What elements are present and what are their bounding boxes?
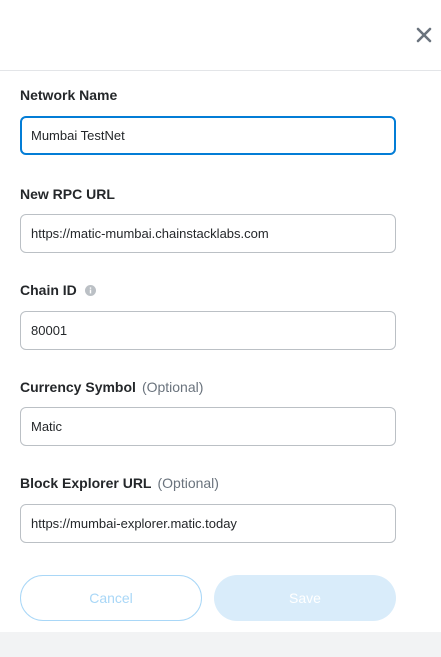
rpc-url-label-text: New RPC URL <box>20 186 115 202</box>
save-button-label: Save <box>289 590 321 606</box>
modal-header <box>0 0 441 71</box>
block-explorer-label: Block Explorer URL (Optional) <box>20 475 219 491</box>
close-button[interactable] <box>415 26 433 44</box>
currency-symbol-label-text: Currency Symbol <box>20 379 136 395</box>
network-name-label-text: Network Name <box>20 87 118 103</box>
rpc-url-label: New RPC URL <box>20 186 115 202</box>
currency-symbol-optional: (Optional) <box>141 379 204 395</box>
cancel-button[interactable]: Cancel <box>20 575 202 621</box>
close-icon <box>416 27 432 43</box>
cancel-button-label: Cancel <box>89 590 133 606</box>
network-name-input[interactable] <box>20 116 396 155</box>
currency-symbol-input[interactable] <box>20 407 396 446</box>
currency-symbol-label: Currency Symbol (Optional) <box>20 379 203 395</box>
block-explorer-optional: (Optional) <box>157 475 219 491</box>
chain-id-input[interactable] <box>20 311 396 350</box>
block-explorer-input[interactable] <box>20 504 396 543</box>
modal-footer <box>0 632 441 657</box>
info-icon[interactable] <box>84 284 96 296</box>
chain-id-label: Chain ID <box>20 282 96 298</box>
network-name-label: Network Name <box>20 87 117 103</box>
rpc-url-input[interactable] <box>20 214 396 253</box>
chain-id-label-text: Chain ID <box>20 282 77 298</box>
block-explorer-label-text: Block Explorer URL <box>20 475 152 491</box>
save-button[interactable]: Save <box>214 575 396 621</box>
